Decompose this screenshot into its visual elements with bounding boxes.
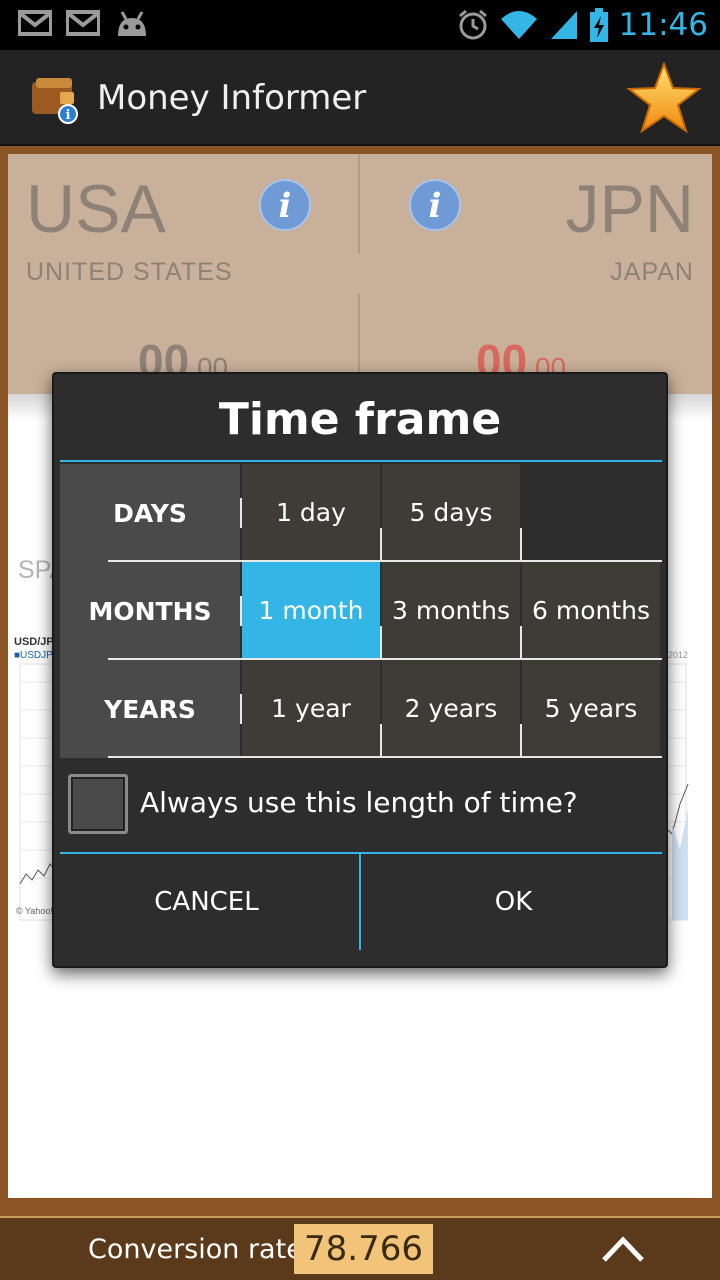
svg-text:i: i — [66, 108, 71, 123]
option-empty — [522, 464, 660, 560]
wallet-info-icon[interactable]: i — [30, 74, 80, 124]
from-currency-code[interactable]: USA — [26, 170, 166, 248]
option-3-months[interactable]: 3 months — [382, 562, 520, 658]
svg-text:i: i — [429, 186, 442, 226]
conversion-rate-label: Conversion rate — [88, 1234, 303, 1265]
grid-line — [108, 756, 662, 758]
chart-year: 2012 — [668, 650, 689, 660]
remember-checkbox-label[interactable]: Always use this length of time? — [140, 786, 578, 819]
grid-tick — [520, 528, 522, 560]
option-1-year[interactable]: 1 year — [242, 660, 380, 756]
conversion-bar: Conversion rate 78.766 — [0, 1216, 720, 1280]
grid-line — [108, 560, 662, 562]
gmail-icon — [18, 10, 52, 36]
grid-tick — [520, 724, 522, 756]
system-icons: 11:46 — [457, 4, 708, 46]
option-5-years[interactable]: 5 years — [522, 660, 660, 756]
row-label-months: MONTHS — [60, 562, 240, 660]
dialog-title: Time frame — [218, 394, 502, 445]
signal-icon — [550, 11, 577, 39]
svg-text:i: i — [279, 186, 292, 226]
alarm-icon — [458, 9, 487, 40]
gmail-icon — [66, 10, 100, 36]
action-bar: i Money Informer — [0, 50, 720, 146]
grid-tick — [520, 626, 522, 658]
ok-button[interactable]: OK — [361, 854, 666, 950]
grid-tick — [380, 528, 382, 560]
conversion-rate-value: 78.766 — [294, 1224, 433, 1274]
clock: 11:46 — [618, 7, 708, 43]
grid-tick — [240, 498, 242, 528]
grid-line — [108, 658, 662, 660]
time-frame-dialog: Time frame DAYS MONTHS YEARS 1 day 5 day… — [52, 372, 668, 968]
option-1-month[interactable]: 1 month — [242, 562, 380, 658]
option-2-years[interactable]: 2 years — [382, 660, 520, 756]
title-divider — [60, 460, 662, 462]
wifi-icon — [500, 11, 537, 39]
chart-credit: © Yahoo! — [16, 906, 53, 916]
notification-icons — [18, 10, 150, 38]
remember-choice-row[interactable]: Always use this length of time? — [60, 766, 662, 846]
status-bar: 11:46 — [0, 0, 720, 50]
info-icon[interactable]: i — [408, 178, 462, 232]
currency-panel: USA UNITED STATES i JPN JAPAN i 00.00 00… — [8, 154, 712, 394]
from-currency-name: UNITED STATES — [26, 258, 233, 286]
to-currency-code[interactable]: JPN — [566, 170, 694, 248]
grid-tick — [380, 724, 382, 756]
to-currency-name: JAPAN — [610, 258, 694, 286]
chevron-up-icon[interactable] — [600, 1232, 646, 1266]
option-5-days[interactable]: 5 days — [382, 464, 520, 560]
grid-tick — [240, 596, 242, 626]
divider — [358, 154, 360, 254]
android-icon — [118, 11, 146, 36]
time-frame-grid: DAYS MONTHS YEARS 1 day 5 days 1 month 3… — [60, 464, 662, 758]
app-title: Money Informer — [97, 78, 367, 118]
battery-charging-icon — [589, 8, 608, 42]
grid-tick — [240, 694, 242, 724]
row-label-days: DAYS — [60, 464, 240, 562]
cancel-button[interactable]: CANCEL — [54, 854, 359, 950]
row-label-years: YEARS — [60, 660, 240, 758]
info-icon[interactable]: i — [258, 178, 312, 232]
remember-checkbox[interactable] — [68, 774, 128, 834]
option-1-day[interactable]: 1 day — [242, 464, 380, 560]
grid-tick — [380, 626, 382, 658]
option-6-months[interactable]: 6 months — [522, 562, 660, 658]
star-icon[interactable] — [626, 62, 702, 134]
